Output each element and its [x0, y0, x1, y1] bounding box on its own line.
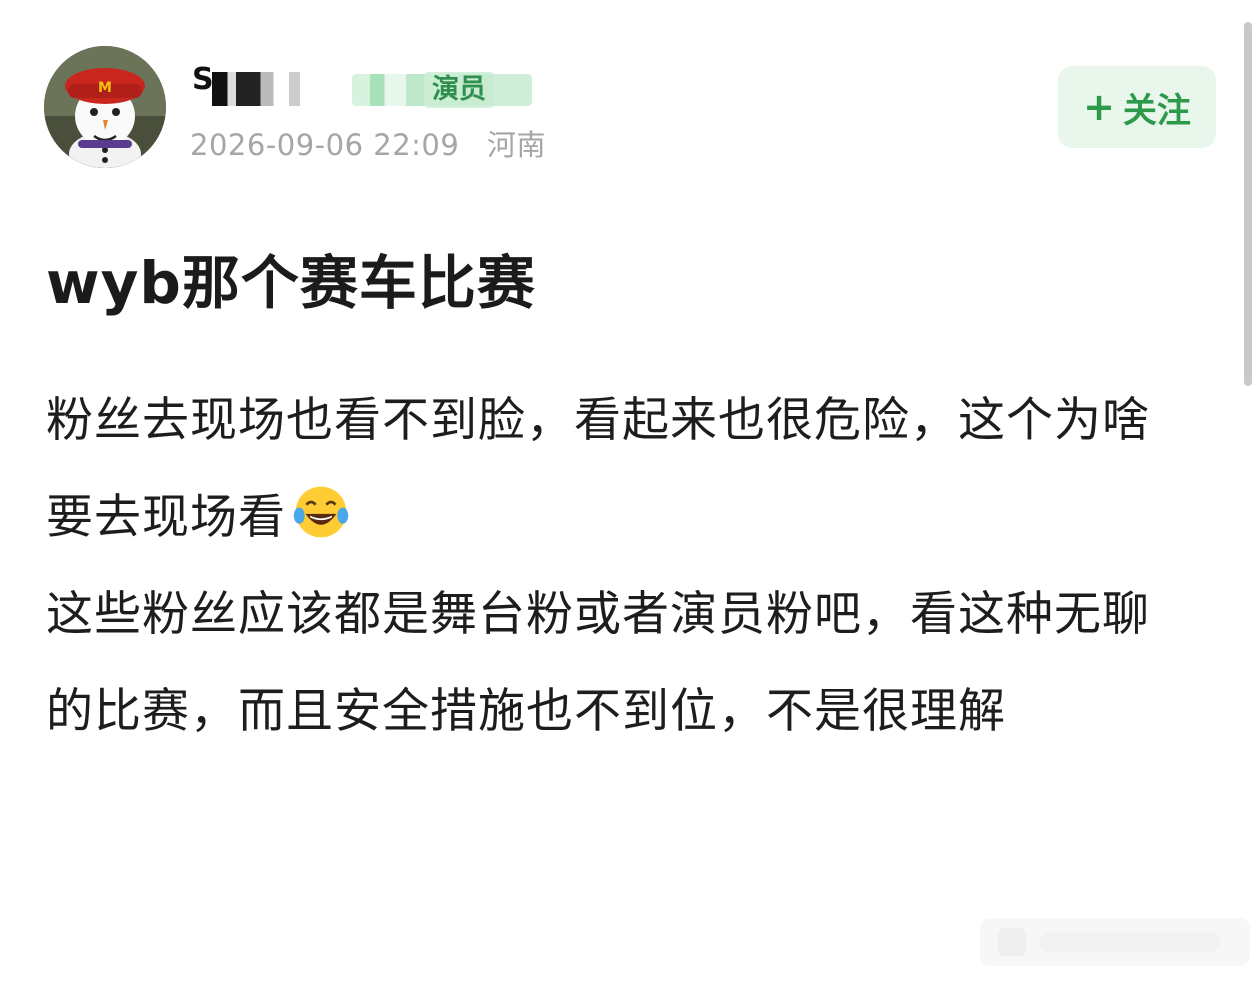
post-title: wyb那个赛车比赛 — [46, 249, 536, 317]
post-header: M S 演员 2026-09-06 22:09 河南 + 关注 — [44, 46, 1216, 168]
laughing-with-tears-icon — [293, 486, 349, 538]
post-meta: 2026-09-06 22:09 河南 — [190, 122, 546, 164]
username-area[interactable]: S 演员 — [192, 62, 552, 108]
post-body: 粉丝去现场也看不到脸，看起来也很危险，这个为啥要去现场看 这些粉丝应该都是舞台粉… — [46, 372, 1176, 760]
watermark-logo-icon — [980, 918, 1250, 966]
svg-text:M: M — [98, 80, 112, 96]
post-paragraph: 粉丝去现场也看不到脸，看起来也很危险，这个为啥要去现场看 — [46, 372, 1176, 566]
post-paragraph: 这些粉丝应该都是舞台粉或者演员粉吧，看这种无聊的比赛，而且安全措施也不到位，不是… — [46, 587, 1150, 739]
scrollbar[interactable] — [1244, 22, 1252, 386]
follow-label: 关注 — [1122, 90, 1191, 131]
snowman-avatar-icon: M — [44, 46, 166, 168]
username-mosaic — [212, 72, 322, 106]
post-date: 2026-09-06 22:09 — [190, 128, 460, 162]
verified-badge: 演员 — [424, 72, 494, 108]
follow-button[interactable]: + 关注 — [1058, 66, 1216, 148]
avatar[interactable]: M — [44, 46, 166, 168]
paragraph-text: 粉丝去现场也看不到脸，看起来也很危险，这个为啥要去现场看 — [46, 393, 1150, 545]
plus-icon: + — [1083, 85, 1115, 129]
post-location: 河南 — [487, 128, 547, 162]
